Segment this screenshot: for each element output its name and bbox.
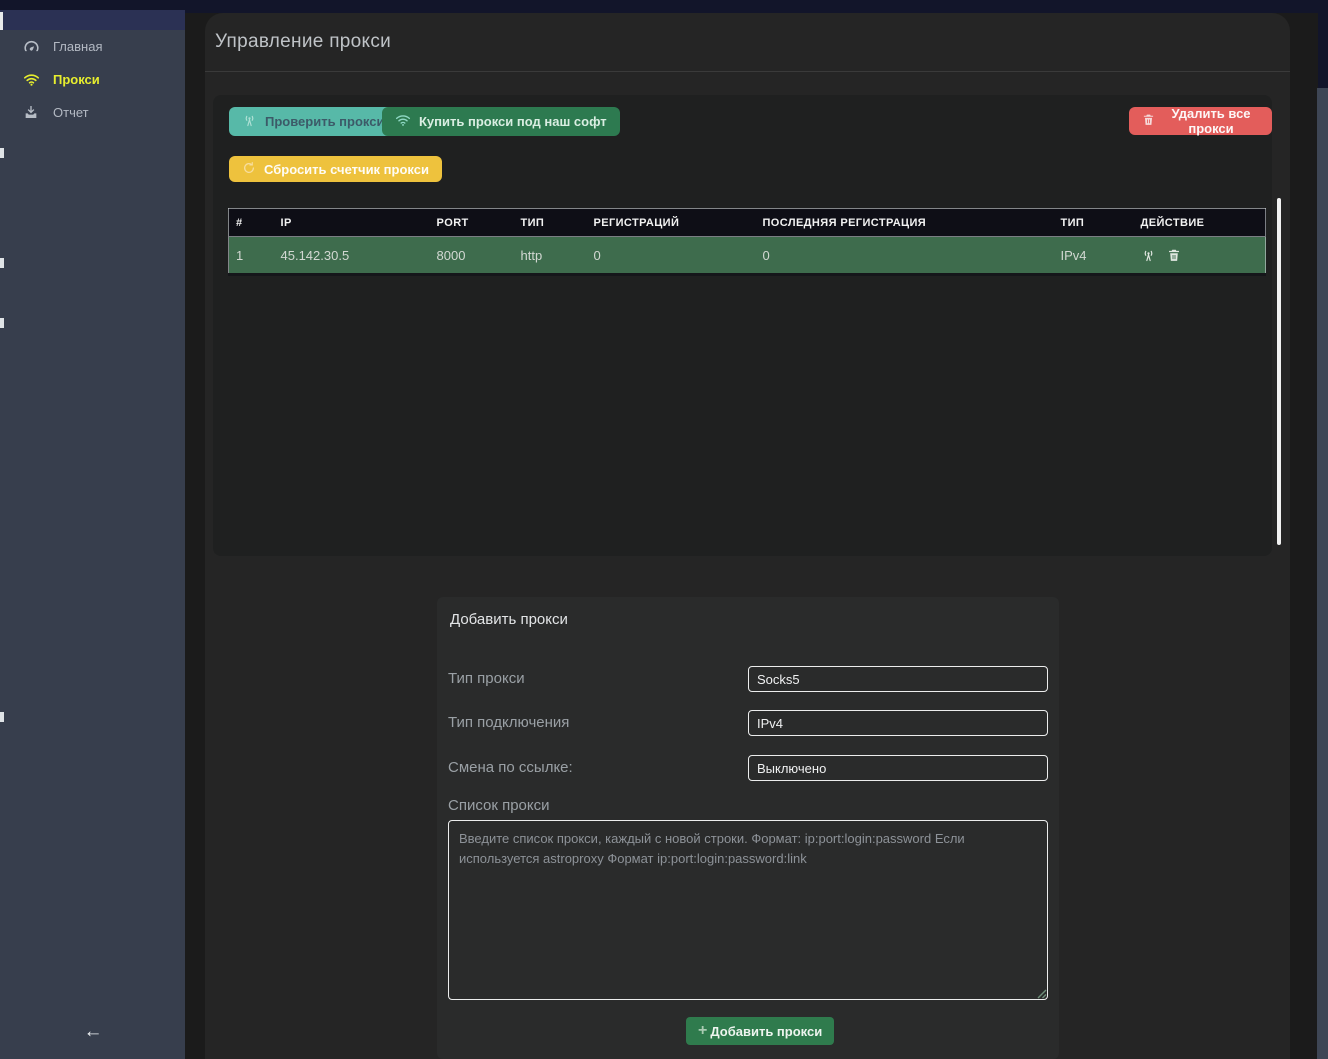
connection-type-select[interactable] xyxy=(748,710,1048,736)
add-proxy-button-label: Добавить прокси xyxy=(710,1024,822,1039)
check-proxies-label: Проверить прокси xyxy=(265,114,384,129)
trash-icon xyxy=(1142,113,1155,129)
edge-tick xyxy=(0,712,4,722)
reset-counter-button[interactable]: Сбросить счетчик прокси xyxy=(229,156,442,182)
sidebar: Главная Прокси Отчет ← xyxy=(0,30,185,1059)
delete-all-proxies-button[interactable]: Удалить все прокси xyxy=(1129,107,1272,135)
table-row[interactable]: 1 45.142.30.5 8000 http 0 0 IPv4 xyxy=(229,237,1266,275)
link-rotation-select[interactable] xyxy=(748,755,1048,781)
page-title: Управление прокси xyxy=(215,31,391,53)
proxy-list-label: Список прокси xyxy=(448,797,550,814)
plus-icon: + xyxy=(698,1022,707,1040)
col-header-index: # xyxy=(229,209,274,237)
edge-tick xyxy=(0,318,4,328)
resize-grip-icon[interactable] xyxy=(1035,986,1047,998)
antenna-icon xyxy=(242,113,257,131)
edge-tick xyxy=(0,258,4,268)
dashboard-icon xyxy=(23,38,40,55)
download-icon xyxy=(23,104,40,121)
sidebar-item-home[interactable]: Главная xyxy=(0,33,185,59)
sidebar-item-proxies-label: Прокси xyxy=(53,72,100,87)
cell-port: 8000 xyxy=(430,237,514,275)
proxy-list-card: Проверить прокси Купить прокси под наш с… xyxy=(213,95,1272,556)
delete-all-proxies-label: Удалить все прокси xyxy=(1163,106,1259,136)
buy-proxies-label: Купить прокси под наш софт xyxy=(419,114,607,129)
cell-registrations: 0 xyxy=(587,237,756,275)
table-header-row: # IP PORT ТИП РЕГИСТРАЦИЙ ПОСЛЕДНЯЯ РЕГИ… xyxy=(229,209,1266,237)
cell-index: 1 xyxy=(229,237,274,275)
proxy-type-label: Тип прокси xyxy=(448,670,525,687)
col-header-ip: IP xyxy=(274,209,430,237)
main-panel: Управление прокси Проверить прокси xyxy=(205,13,1290,1059)
link-rotation-label: Смена по ссылке: xyxy=(448,759,573,776)
col-header-port: PORT xyxy=(430,209,514,237)
cell-ip: 45.142.30.5 xyxy=(274,237,430,275)
delete-proxy-icon[interactable] xyxy=(1167,248,1182,263)
check-proxy-icon[interactable] xyxy=(1141,248,1156,263)
card-scrollbar[interactable] xyxy=(1277,198,1281,545)
add-proxy-panel: Добавить прокси Тип прокси Тип подключен… xyxy=(437,597,1059,1059)
cell-actions xyxy=(1134,237,1266,275)
check-proxies-button[interactable]: Проверить прокси xyxy=(229,107,397,136)
buy-proxies-button[interactable]: Купить прокси под наш софт xyxy=(382,107,620,136)
col-header-registrations: РЕГИСТРАЦИЙ xyxy=(587,209,756,237)
wifi-icon xyxy=(23,71,40,88)
add-proxy-title: Добавить прокси xyxy=(450,611,568,628)
refresh-circle-icon xyxy=(242,161,256,178)
wifi-icon xyxy=(395,112,411,131)
sidebar-top-band xyxy=(0,10,185,30)
cell-ip-version: IPv4 xyxy=(1054,237,1134,275)
cell-proxy-type: http xyxy=(514,237,587,275)
cell-last-registration: 0 xyxy=(756,237,1054,275)
page-scrollbar[interactable] xyxy=(1317,88,1328,1059)
title-divider xyxy=(205,71,1290,72)
sidebar-item-report[interactable]: Отчет xyxy=(0,99,185,125)
sidebar-item-home-label: Главная xyxy=(53,39,102,54)
reset-counter-label: Сбросить счетчик прокси xyxy=(264,162,429,177)
sidebar-top-sliver xyxy=(0,12,3,30)
app-root: Управление прокси Проверить прокси xyxy=(0,0,1328,1059)
sidebar-collapse-button[interactable]: ← xyxy=(70,1021,116,1043)
edge-tick xyxy=(0,148,4,158)
proxy-table: # IP PORT ТИП РЕГИСТРАЦИЙ ПОСЛЕДНЯЯ РЕГИ… xyxy=(228,208,1266,276)
sidebar-item-report-label: Отчет xyxy=(53,105,89,120)
col-header-type: ТИП xyxy=(514,209,587,237)
proxy-list-textarea[interactable] xyxy=(448,820,1048,1000)
connection-type-label: Тип подключения xyxy=(448,714,569,731)
sidebar-item-proxies[interactable]: Прокси xyxy=(0,66,185,92)
proxy-type-select[interactable] xyxy=(748,666,1048,692)
col-header-action: ДЕЙСТВИЕ xyxy=(1134,209,1266,237)
col-header-ip-version: ТИП xyxy=(1054,209,1134,237)
col-header-last-registration: ПОСЛЕДНЯЯ РЕГИСТРАЦИЯ xyxy=(756,209,1054,237)
add-proxy-button[interactable]: + Добавить прокси xyxy=(686,1017,834,1045)
